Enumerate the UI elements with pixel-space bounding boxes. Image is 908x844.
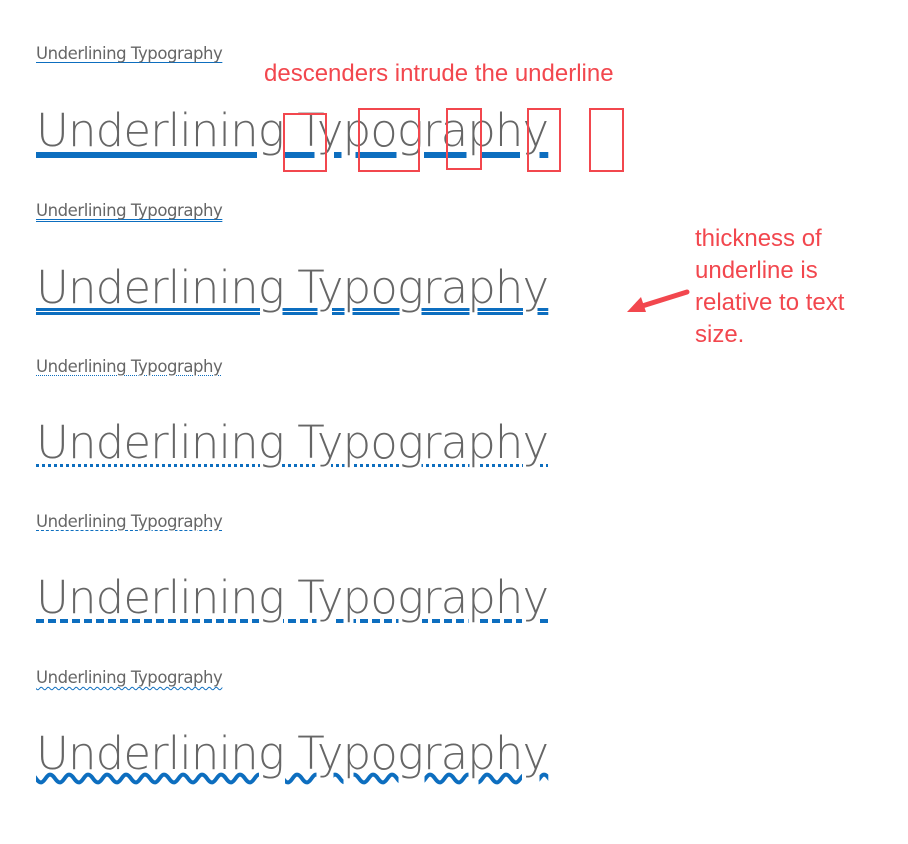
highlight-box-g2 xyxy=(446,108,482,170)
highlight-box-p xyxy=(527,108,561,172)
descenders-annotation: descenders intrude the underline xyxy=(264,60,614,87)
double-underline-small: Underlining Typography xyxy=(36,201,223,220)
thickness-annotation-line: relative to text xyxy=(695,289,845,316)
highlight-box-y xyxy=(589,108,624,172)
wavy-underline-large: Underlining Typography xyxy=(36,727,549,780)
solid-underline-small: Underlining Typography xyxy=(36,44,223,63)
dashed-underline-large: Underlining Typography xyxy=(36,571,549,624)
thickness-annotation-line: underline is xyxy=(695,257,818,284)
thickness-annotation: thickness of underline is relative to te… xyxy=(695,223,844,351)
dotted-underline-large: Underlining Typography xyxy=(36,416,549,469)
dashed-underline-small: Underlining Typography xyxy=(36,512,223,531)
highlight-box-yp xyxy=(358,108,420,172)
dotted-underline-small: Underlining Typography xyxy=(36,357,223,376)
arrow-left-icon xyxy=(627,289,690,312)
wavy-underline-small: Underlining Typography xyxy=(36,668,223,687)
thickness-annotation-line: thickness of xyxy=(695,225,822,252)
highlight-box-g xyxy=(283,113,327,172)
double-underline-large: Underlining Typography xyxy=(36,261,549,314)
thickness-annotation-line: size. xyxy=(695,321,745,348)
